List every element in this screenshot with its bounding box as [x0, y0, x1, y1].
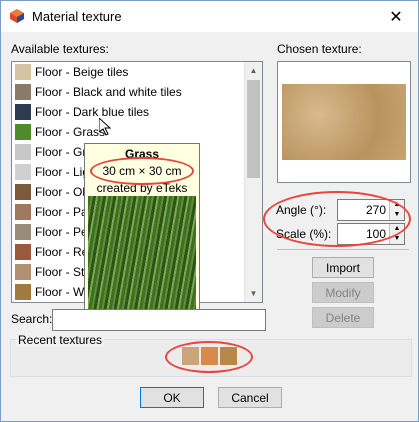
- highlight-oval-size: [90, 157, 194, 185]
- material-texture-dialog: Material texture ✕ Available textures: S…: [0, 0, 419, 422]
- chosen-texture-preview: [277, 61, 411, 183]
- scroll-thumb[interactable]: [247, 80, 260, 178]
- sweet-home-3d-icon: [10, 9, 24, 23]
- scroll-up-icon[interactable]: ▲: [245, 62, 262, 79]
- texture-swatch-icon: [15, 164, 31, 180]
- texture-list-item[interactable]: Floor - Black and white tiles: [12, 82, 247, 102]
- texture-swatch-icon: [15, 84, 31, 100]
- list-scrollbar[interactable]: ▲ ▼: [244, 62, 262, 302]
- texture-swatch-icon: [15, 284, 31, 300]
- texture-swatch-icon: [15, 104, 31, 120]
- texture-list-item-label: Floor - Grass: [35, 125, 106, 139]
- texture-list-item-label: Floor - Black and white tiles: [35, 85, 182, 99]
- tooltip-texture-preview: [88, 196, 196, 324]
- texture-list-item-label: Floor - Sto: [35, 265, 92, 279]
- highlight-oval-recent: [165, 341, 253, 373]
- texture-swatch-icon: [15, 264, 31, 280]
- texture-swatch-icon: [15, 144, 31, 160]
- chosen-texture-image: [282, 84, 406, 160]
- texture-swatch-icon: [15, 204, 31, 220]
- search-label: Search:: [11, 312, 53, 326]
- texture-list-item[interactable]: Floor - Grass: [12, 122, 247, 142]
- texture-list-item-label: Floor - Beige tiles: [35, 65, 129, 79]
- texture-swatch-icon: [15, 244, 31, 260]
- texture-swatch-icon: [15, 184, 31, 200]
- delete-button[interactable]: Delete: [312, 307, 374, 328]
- import-button[interactable]: Import: [312, 257, 374, 278]
- texture-swatch-icon: [15, 224, 31, 240]
- available-textures-label: Available textures:: [11, 42, 109, 56]
- highlight-oval-angle-scale: [263, 191, 411, 247]
- texture-swatch-icon: [15, 124, 31, 140]
- texture-list-item[interactable]: Floor - Dark blue tiles: [12, 102, 247, 122]
- texture-swatch-icon: [15, 64, 31, 80]
- texture-list-item-label: Floor - Wo: [35, 285, 91, 299]
- scroll-down-icon[interactable]: ▼: [245, 285, 262, 302]
- close-button[interactable]: ✕: [374, 1, 418, 32]
- texture-list-item-label: Floor - Dark blue tiles: [35, 105, 150, 119]
- search-input[interactable]: [52, 309, 266, 331]
- window-title: Material texture: [32, 9, 122, 24]
- divider: [277, 249, 409, 250]
- cancel-button[interactable]: Cancel: [218, 387, 282, 408]
- mouse-cursor-icon: [99, 118, 111, 136]
- modify-button[interactable]: Modify: [312, 282, 374, 303]
- recent-textures-label: Recent textures: [16, 333, 105, 347]
- chosen-texture-label: Chosen texture:: [277, 42, 362, 56]
- texture-list-item[interactable]: Floor - Beige tiles: [12, 62, 247, 82]
- title-bar: Material texture ✕: [1, 1, 418, 32]
- ok-button[interactable]: OK: [140, 387, 204, 408]
